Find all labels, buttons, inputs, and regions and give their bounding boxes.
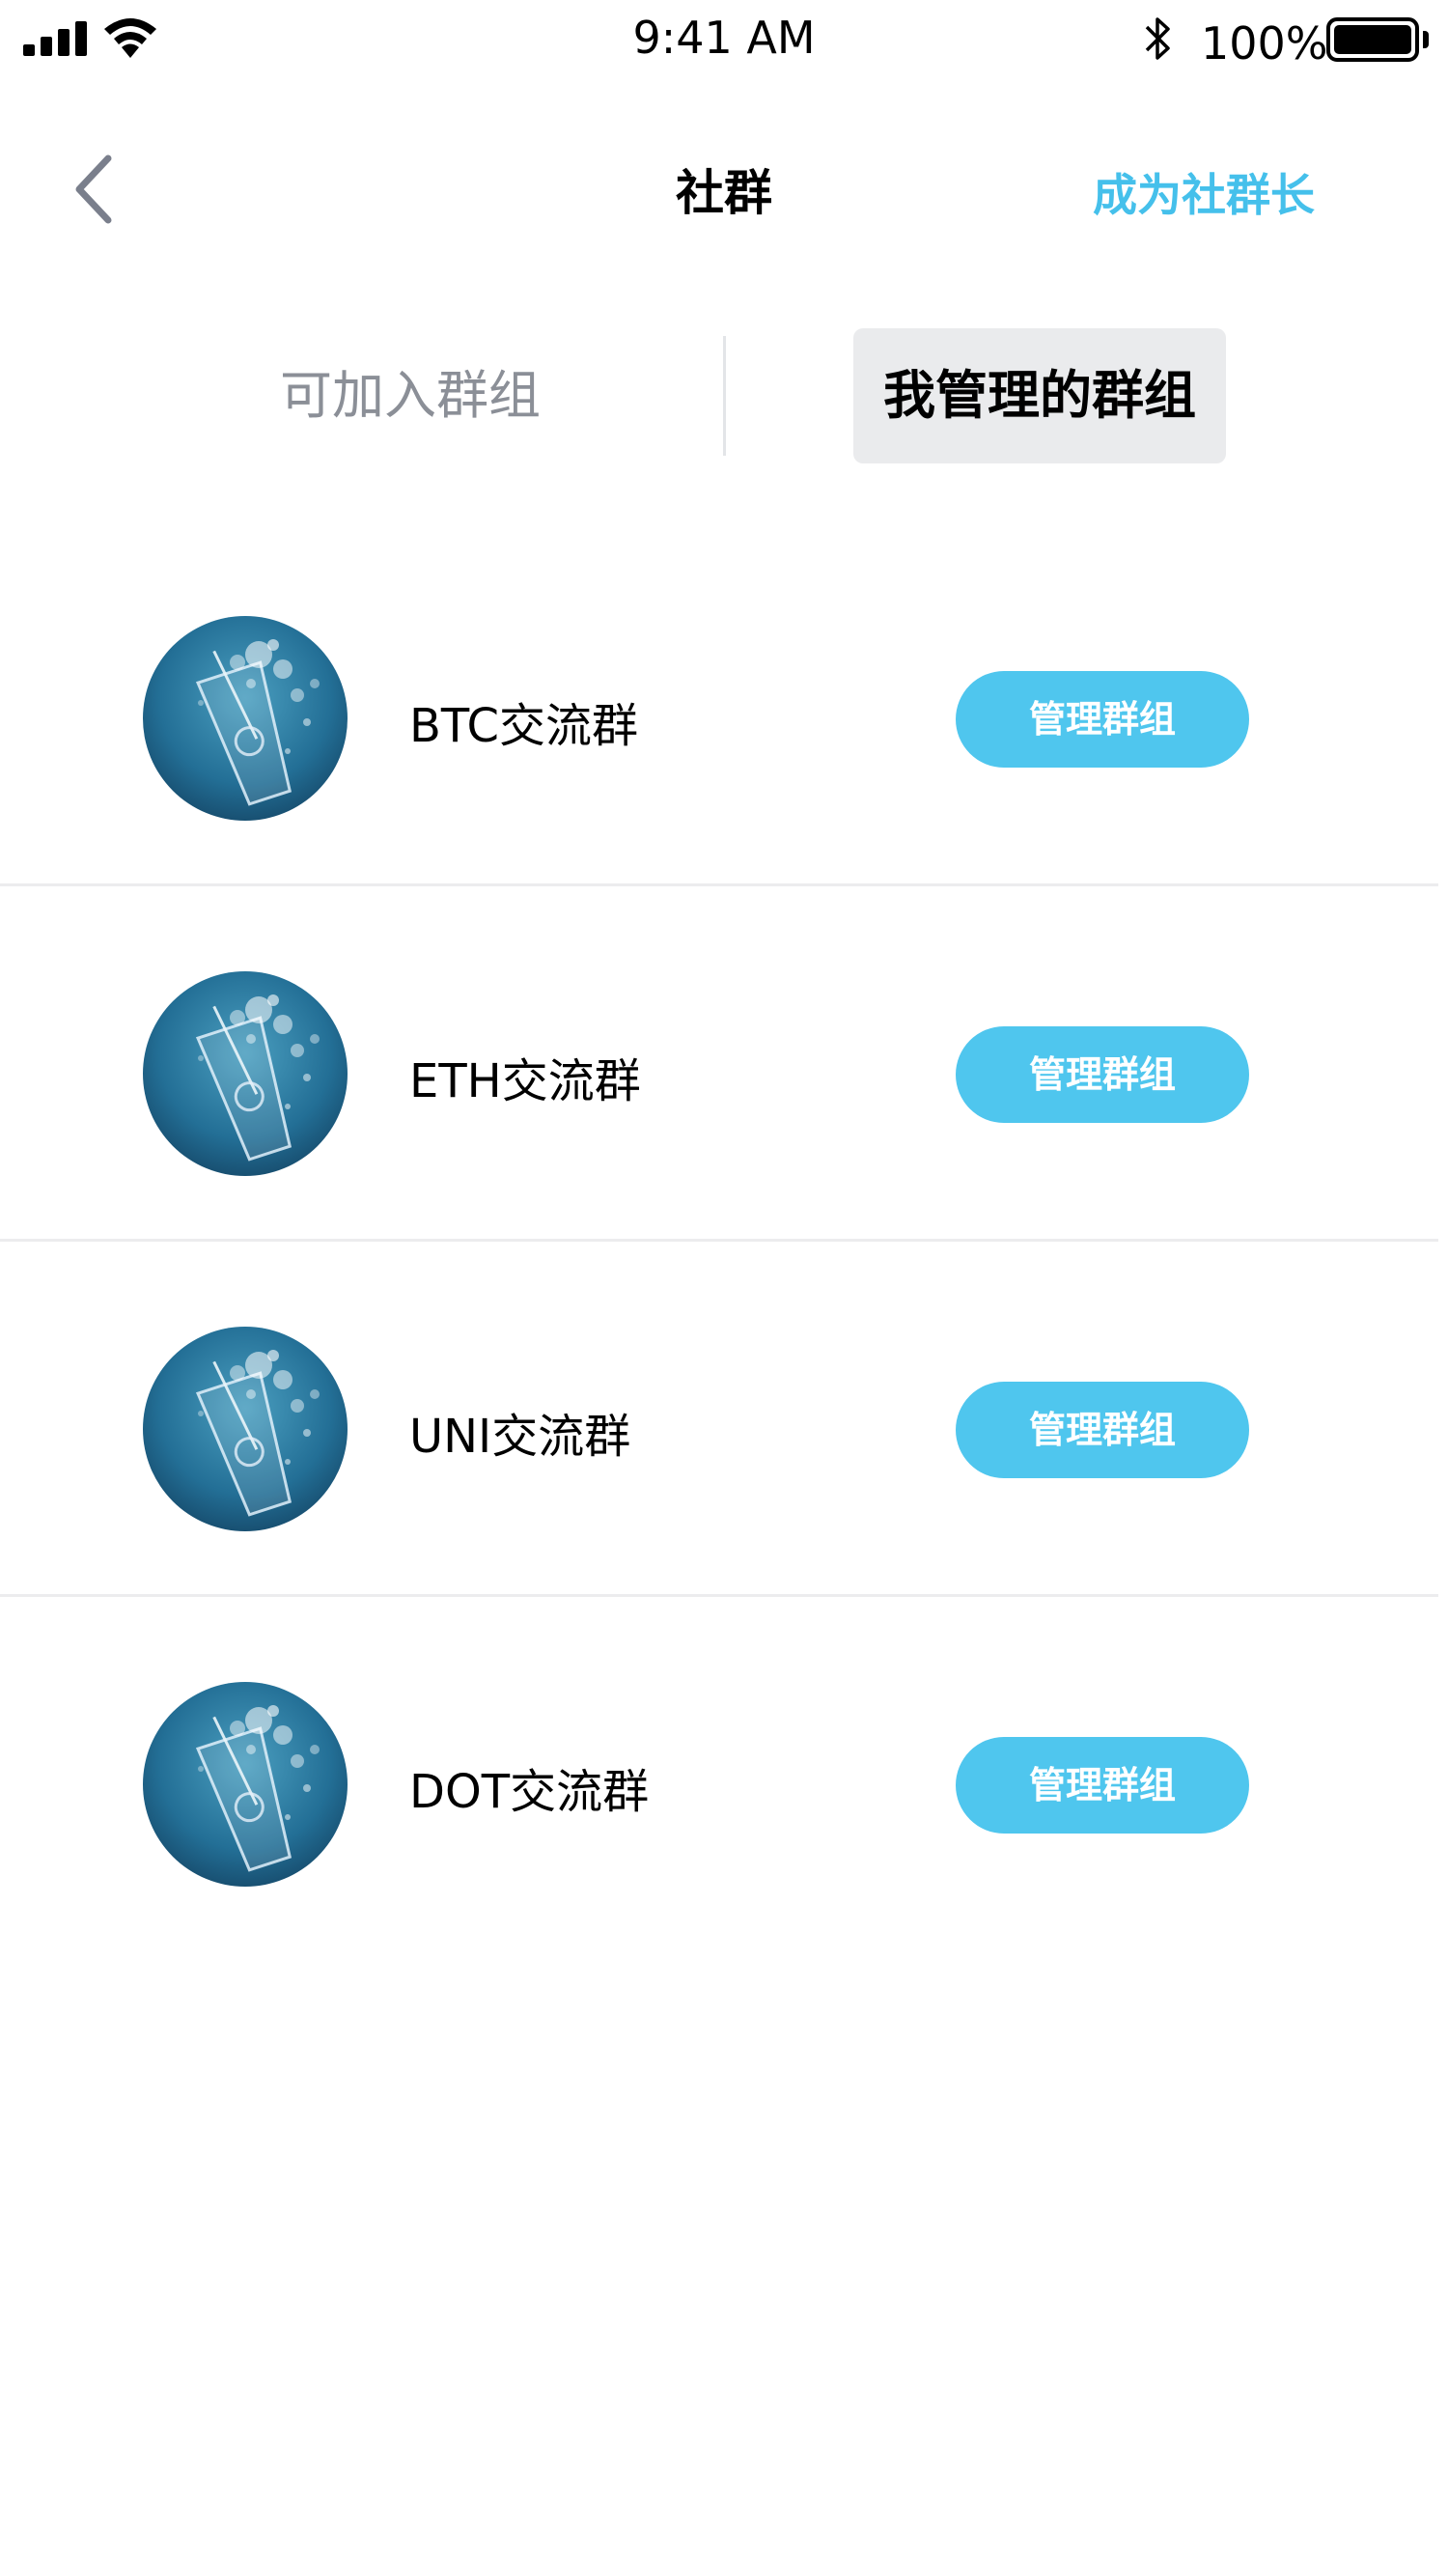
- status-bar: 9:41 AM 100%: [0, 0, 1448, 87]
- manage-group-button[interactable]: 管理群组: [956, 1026, 1249, 1123]
- tab-managed-groups[interactable]: 我管理的群组: [853, 328, 1226, 463]
- group-name: BTC交流群: [409, 699, 638, 753]
- group-tabs: 可加入群组 我管理的群组: [0, 328, 1448, 463]
- battery-percent: 100%: [1201, 17, 1328, 70]
- group-name: UNI交流群: [409, 1410, 631, 1464]
- group-avatar: [143, 616, 348, 821]
- group-avatar: [143, 1682, 348, 1887]
- group-avatar: [143, 1327, 348, 1531]
- tab-divider: [723, 336, 726, 456]
- list-item: UNI交流群 管理群组: [0, 1242, 1448, 1597]
- tab-joinable-groups[interactable]: 可加入群组: [183, 328, 637, 463]
- group-list: BTC交流群 管理群组 ETH交流群 管理群组 UNI交流群 管理群组 DOT交…: [0, 531, 1448, 1952]
- group-name: DOT交流群: [409, 1765, 650, 1819]
- battery-cap: [1423, 31, 1429, 48]
- manage-group-button[interactable]: 管理群组: [956, 1382, 1249, 1478]
- community-screen: 9:41 AM 100% 社群 成为社群长 可加入群组 我管理的群组 BTC交流…: [0, 0, 1448, 2576]
- become-leader-link[interactable]: 成为社群长: [1093, 160, 1315, 224]
- list-item: ETH交流群 管理群组: [0, 886, 1448, 1242]
- group-avatar: [143, 971, 348, 1176]
- bluetooth-icon: [1145, 17, 1170, 60]
- group-name: ETH交流群: [409, 1054, 641, 1108]
- battery-icon: [1326, 17, 1419, 62]
- manage-group-button[interactable]: 管理群组: [956, 671, 1249, 768]
- list-item: BTC交流群 管理群组: [0, 531, 1448, 886]
- list-item: DOT交流群 管理群组: [0, 1597, 1448, 1952]
- navigation-bar: 社群 成为社群长: [0, 126, 1448, 251]
- manage-group-button[interactable]: 管理群组: [956, 1737, 1249, 1834]
